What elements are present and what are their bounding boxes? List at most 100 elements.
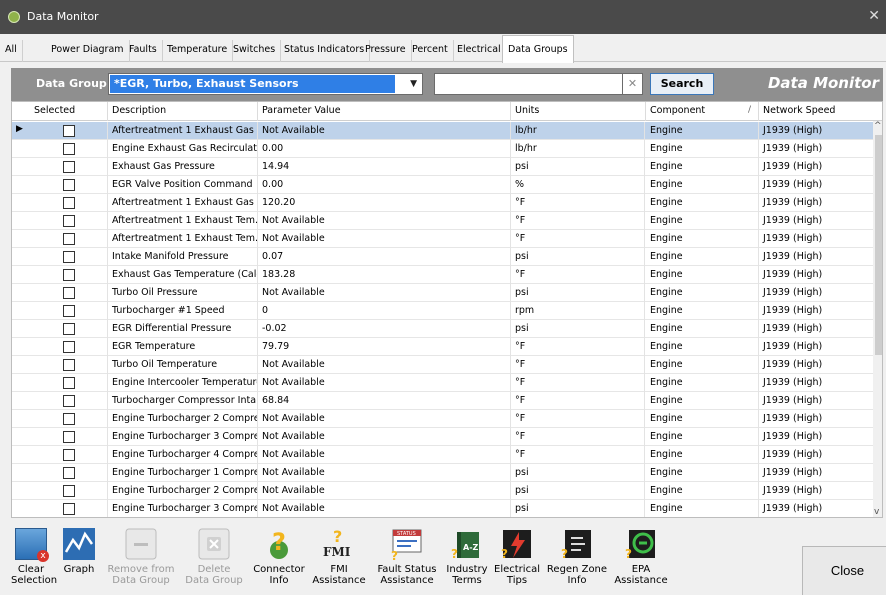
table-row[interactable]: Aftertreatment 1 Exhaust Tem... Not Avail… — [12, 230, 873, 248]
window-title: Data Monitor — [27, 10, 99, 23]
header-component[interactable]: Component — [646, 102, 759, 121]
remove-from-data-group-button[interactable]: Remove from Data Group — [103, 528, 179, 586]
row-checkbox[interactable] — [62, 431, 75, 443]
row-network-speed: J1939 (High) — [763, 287, 823, 298]
row-parameter-value: 183.28 — [258, 266, 511, 284]
data-group-dropdown[interactable]: *EGR, Turbo, Exhaust Sensors ▼ — [108, 73, 423, 95]
row-select-cell — [30, 500, 108, 517]
tab-switches[interactable]: Switches — [228, 40, 282, 62]
row-checkbox[interactable] — [62, 305, 75, 317]
header-selected[interactable]: Selected — [30, 102, 108, 121]
fmi-assistance-button[interactable]: ? FMI FMI Assistance — [310, 527, 368, 586]
row-component: Engine — [646, 464, 759, 482]
table-row[interactable]: Aftertreatment 1 Exhaust Tem... Not Avail… — [12, 212, 873, 230]
table-row[interactable]: EGR Valve Position Command 0.00% Engine J19… — [12, 176, 873, 194]
header-parameter-value[interactable]: Parameter Value — [258, 102, 511, 121]
clear-selection-icon: x — [15, 528, 49, 562]
row-checkbox[interactable] — [62, 377, 75, 389]
row-checkbox[interactable] — [62, 143, 75, 155]
table-row[interactable]: Engine Exhaust Gas Recirculati... 0.00 lb/… — [12, 140, 873, 158]
header-description[interactable]: Description — [108, 102, 258, 121]
close-button[interactable]: Close — [802, 546, 886, 595]
svg-text:STATUS: STATUS — [397, 531, 416, 537]
window-close-icon[interactable]: ✕ — [868, 8, 880, 24]
row-checkbox[interactable] — [62, 467, 75, 479]
table-row[interactable]: Engine Turbocharger 2 Compre... Not Avail… — [12, 482, 873, 500]
chevron-down-icon[interactable]: ▼ — [410, 79, 417, 89]
row-checkbox[interactable] — [62, 503, 75, 515]
row-checkbox[interactable] — [62, 179, 75, 191]
table-row[interactable]: EGR Differential Pressure -0.02 psi Engine J… — [12, 320, 873, 338]
row-checkbox[interactable] — [62, 341, 75, 353]
row-description: Intake Manifold Pressure — [108, 248, 258, 266]
table-row[interactable]: Exhaust Gas Pressure 14.94 psi Engine J1939 … — [12, 158, 873, 176]
table-row[interactable]: Turbo Oil Temperature Not Available °F Engi… — [12, 356, 873, 374]
row-checkbox[interactable] — [62, 125, 75, 137]
row-checkbox[interactable] — [62, 269, 75, 281]
row-checkbox[interactable] — [62, 215, 75, 227]
industry-terms-button[interactable]: A-Z? Industry Terms — [443, 528, 491, 586]
table-row[interactable]: Intake Manifold Pressure 0.07 psi Engine J19… — [12, 248, 873, 266]
table-row[interactable]: Turbocharger #1 Speed 0 rpm Engine J1939 (Hi… — [12, 302, 873, 320]
vertical-scrollbar[interactable]: ^ v — [873, 121, 882, 517]
tab-power-diagram[interactable]: Power Diagram — [46, 40, 130, 62]
table-row[interactable]: Turbo Oil Pressure Not Available psi Engine… — [12, 284, 873, 302]
table-row[interactable]: Engine Turbocharger 1 Compre... Not Avail… — [12, 464, 873, 482]
row-checkbox[interactable] — [62, 323, 75, 335]
fault-status-assistance-button[interactable]: STATUS? Fault Status Assistance — [373, 528, 441, 586]
row-component: Engine — [646, 428, 759, 446]
tab-data-groups[interactable]: Data Groups — [502, 35, 574, 63]
graph-button[interactable]: Graph — [59, 528, 99, 575]
remove-from-data-group-label: Remove from Data Group — [107, 564, 175, 586]
fault-status-assistance-label: Fault Status Assistance — [377, 564, 437, 586]
row-units: °F — [511, 230, 645, 248]
row-checkbox[interactable] — [62, 413, 75, 425]
row-checkbox[interactable] — [62, 287, 75, 299]
tab-electrical[interactable]: Electrical — [452, 40, 507, 62]
clear-search-icon[interactable]: ✕ — [623, 73, 643, 95]
row-checkbox[interactable] — [62, 359, 75, 371]
table-row[interactable]: Engine Intercooler Temperature Not Availa… — [12, 374, 873, 392]
tab-faults[interactable]: Faults — [124, 40, 163, 62]
tab-pressure[interactable]: Pressure — [360, 40, 412, 62]
table-row[interactable]: Engine Turbocharger 3 Compre... Not Avail… — [12, 428, 873, 446]
tab-all[interactable]: All — [0, 40, 23, 62]
table-row[interactable]: Aftertreatment 1 Exhaust Gas ... 120.20 °F… — [12, 194, 873, 212]
clear-selection-button[interactable]: x Clear Selection — [11, 528, 57, 586]
row-checkbox[interactable] — [62, 161, 75, 173]
search-button[interactable]: Search — [650, 73, 714, 95]
tab-percent[interactable]: Percent — [407, 40, 454, 62]
row-checkbox[interactable] — [62, 449, 75, 461]
delete-data-group-button[interactable]: Delete Data Group — [181, 528, 247, 586]
row-checkbox[interactable] — [62, 251, 75, 263]
table-row[interactable]: Exhaust Gas Temperature (Calc... 183.28 °F… — [12, 266, 873, 284]
header-network-speed[interactable]: Network Speed — [759, 102, 873, 121]
electrical-tips-button[interactable]: ? Electrical Tips — [493, 528, 541, 586]
row-network-speed: J1939 (High) — [763, 413, 823, 424]
search-input[interactable] — [434, 73, 623, 95]
table-row[interactable]: EGR Temperature 79.79 °F Engine J1939 (High) — [12, 338, 873, 356]
row-component: Engine — [646, 500, 759, 517]
tab-status-indicators[interactable]: Status Indicators — [279, 40, 371, 62]
row-select-cell — [30, 320, 108, 338]
regen-zone-info-button[interactable]: ? Regen Zone Info — [543, 528, 611, 586]
row-checkbox[interactable] — [62, 395, 75, 407]
table-row[interactable]: Engine Turbocharger 2 Compre... Not Avail… — [12, 410, 873, 428]
epa-assistance-button[interactable]: ? EPA Assistance — [613, 528, 669, 586]
tab-temperature[interactable]: Temperature — [162, 40, 234, 62]
scroll-thumb[interactable] — [875, 135, 882, 355]
table-row[interactable]: Engine Turbocharger 4 Compre... Not Avail… — [12, 446, 873, 464]
row-checkbox[interactable] — [62, 233, 75, 245]
regen-zone-icon: ? — [561, 528, 593, 561]
scroll-down-icon[interactable]: v — [874, 507, 879, 517]
table-row[interactable]: Engine Turbocharger 3 Compre... Not Avail… — [12, 500, 873, 517]
connector-info-button[interactable]: ? Connector Info — [251, 528, 307, 586]
header-units[interactable]: Units — [511, 102, 646, 121]
row-checkbox[interactable] — [62, 485, 75, 497]
scroll-up-icon[interactable]: ^ — [874, 121, 882, 131]
row-checkbox[interactable] — [62, 197, 75, 209]
table-row[interactable]: Turbocharger Compressor Inta... 68.84 °F En… — [12, 392, 873, 410]
table-row[interactable]: ▶ Aftertreatment 1 Exhaust Gas ... Not Ava… — [12, 122, 873, 140]
row-units: rpm — [511, 302, 645, 320]
row-select-cell — [30, 302, 108, 320]
